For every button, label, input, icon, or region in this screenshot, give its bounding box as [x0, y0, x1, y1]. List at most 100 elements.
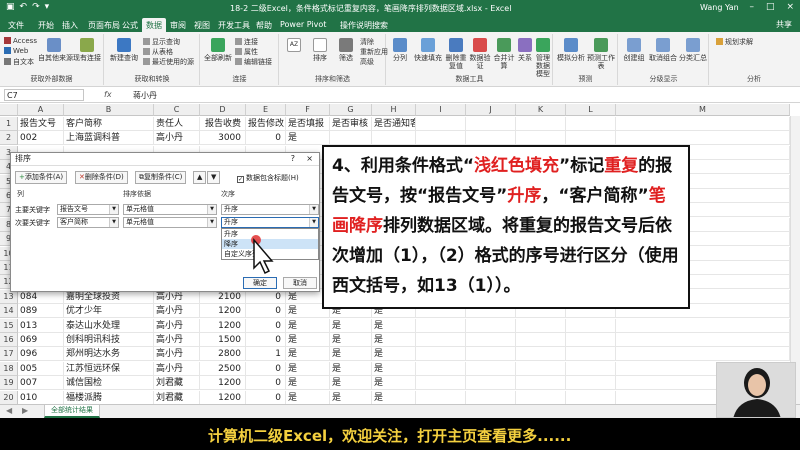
table-cell[interactable]: 高小丹 [154, 131, 200, 146]
copy-level-button[interactable]: ⧉复制条件(C) [135, 171, 187, 184]
table-cell[interactable] [616, 347, 790, 362]
table-cell[interactable]: 007 [18, 376, 64, 391]
group-button[interactable]: 创建组 [621, 38, 647, 62]
ok-button[interactable]: 确定 [243, 277, 277, 289]
consolidate-button[interactable]: 合并计算 [493, 38, 515, 70]
table-cell[interactable]: 0 [246, 390, 286, 405]
sheet-tab[interactable]: 全部统计结果 [44, 405, 100, 418]
move-up-button[interactable]: ▲ [193, 171, 207, 184]
table-cell[interactable] [616, 318, 790, 333]
table-cell[interactable] [466, 347, 516, 362]
refresh-all-button[interactable]: 全部刷新 [203, 38, 233, 62]
table-cell[interactable]: 郑州明达水务 [64, 347, 154, 362]
table-cell[interactable]: 是 [286, 347, 330, 362]
table-cell[interactable] [416, 376, 466, 391]
from-table-button[interactable]: 从表格 [143, 47, 173, 57]
table-cell[interactable] [616, 131, 790, 146]
maximize-icon[interactable]: □ [766, 2, 775, 12]
forecast-sheet-button[interactable]: 预测工作表 [586, 38, 616, 70]
sort-on-select[interactable]: 单元格值 ▼ [123, 204, 217, 215]
table-cell[interactable]: 0 [246, 131, 286, 146]
table-cell[interactable] [616, 333, 790, 347]
table-cell[interactable]: 高小丹 [154, 361, 200, 376]
table-cell[interactable] [566, 333, 616, 347]
row-header[interactable]: 19 [0, 376, 18, 391]
new-query-button[interactable]: 新建查询 [109, 38, 139, 62]
table-cell[interactable]: 高小丹 [154, 318, 200, 333]
row-header[interactable]: 17 [0, 347, 18, 362]
vertical-scrollbar[interactable] [790, 116, 800, 404]
table-cell[interactable]: 泰达山水处理 [64, 318, 154, 333]
tab-7[interactable]: 视图 [190, 18, 214, 32]
what-if-analysis-button[interactable]: 模拟分析 [556, 38, 586, 62]
table-cell[interactable]: 0 [246, 318, 286, 333]
table-cell[interactable]: 是 [372, 318, 416, 333]
table-cell[interactable] [466, 131, 516, 146]
table-cell[interactable]: 是 [286, 333, 330, 347]
from-access-button[interactable]: Access [4, 37, 37, 45]
table-cell[interactable]: 报告文号 [18, 117, 64, 131]
table-cell[interactable]: 高小丹 [154, 347, 200, 362]
table-cell[interactable] [516, 390, 566, 405]
column-header[interactable]: K [516, 104, 566, 116]
table-cell[interactable]: 高小丹 [154, 304, 200, 319]
table-cell[interactable] [330, 131, 372, 146]
table-cell[interactable]: 是 [372, 347, 416, 362]
table-cell[interactable]: 1200 [200, 376, 246, 391]
column-header[interactable]: G [330, 104, 372, 116]
table-cell[interactable]: 069 [18, 333, 64, 347]
close-icon[interactable]: × [786, 2, 794, 12]
table-cell[interactable]: 客户简称 [64, 117, 154, 131]
ungroup-button[interactable]: 取消组合 [649, 38, 677, 62]
connections-button[interactable]: 连接 [235, 37, 258, 47]
clear-filter-button[interactable]: 清除 [360, 37, 374, 47]
table-cell[interactable] [466, 361, 516, 376]
table-cell[interactable]: 是 [330, 347, 372, 362]
table-cell[interactable]: 是 [330, 390, 372, 405]
from-other-sources-button[interactable]: 自其他来源 [38, 38, 73, 62]
table-cell[interactable] [372, 131, 416, 146]
table-cell[interactable] [516, 131, 566, 146]
table-cell[interactable] [566, 117, 616, 131]
column-header[interactable]: A [18, 104, 64, 116]
table-cell[interactable]: 是 [286, 361, 330, 376]
table-cell[interactable]: 0 [246, 333, 286, 347]
column-header[interactable]: L [566, 104, 616, 116]
table-cell[interactable]: 是否填报 [286, 117, 330, 131]
sort-ascending-button[interactable]: AZ [284, 38, 304, 54]
table-cell[interactable]: 3000 [200, 131, 246, 146]
tab-8[interactable]: 开发工具 [214, 18, 254, 32]
table-cell[interactable] [566, 376, 616, 391]
table-cell[interactable]: 1200 [200, 390, 246, 405]
table-cell[interactable]: 是 [330, 318, 372, 333]
cancel-button[interactable]: 取消 [283, 277, 317, 289]
table-cell[interactable] [466, 318, 516, 333]
data-validation-button[interactable]: 数据验证 [469, 38, 491, 70]
table-cell[interactable]: 0 [246, 376, 286, 391]
tab-9[interactable]: 帮助 [252, 18, 276, 32]
table-cell[interactable]: 是 [286, 131, 330, 146]
table-cell[interactable] [416, 347, 466, 362]
table-cell[interactable] [416, 361, 466, 376]
table-cell[interactable]: 是 [330, 376, 372, 391]
formula-input[interactable]: 蒋小丹 [133, 90, 157, 101]
table-cell[interactable] [566, 361, 616, 376]
user-name[interactable]: Wang Yan [700, 3, 739, 12]
fx-icon[interactable]: fx [104, 90, 112, 99]
table-cell[interactable]: 上海蓝调科普 [64, 131, 154, 146]
table-cell[interactable]: 优才少年 [64, 304, 154, 319]
table-cell[interactable]: 1200 [200, 318, 246, 333]
table-cell[interactable]: 是 [372, 390, 416, 405]
table-cell[interactable] [516, 333, 566, 347]
column-header[interactable]: J [466, 104, 516, 116]
row-header[interactable]: 2 [0, 131, 18, 146]
table-cell[interactable]: 2500 [200, 361, 246, 376]
undo-icon[interactable]: ↶ [20, 2, 28, 12]
flash-fill-button[interactable]: 快速填充 [413, 38, 443, 62]
select-all-corner[interactable] [0, 104, 18, 116]
column-header[interactable]: H [372, 104, 416, 116]
table-cell[interactable] [516, 361, 566, 376]
table-cell[interactable]: 福楼派腾 [64, 390, 154, 405]
table-cell[interactable]: 是否通知客户 [372, 117, 416, 131]
filter-button[interactable]: 筛选 [334, 38, 358, 62]
